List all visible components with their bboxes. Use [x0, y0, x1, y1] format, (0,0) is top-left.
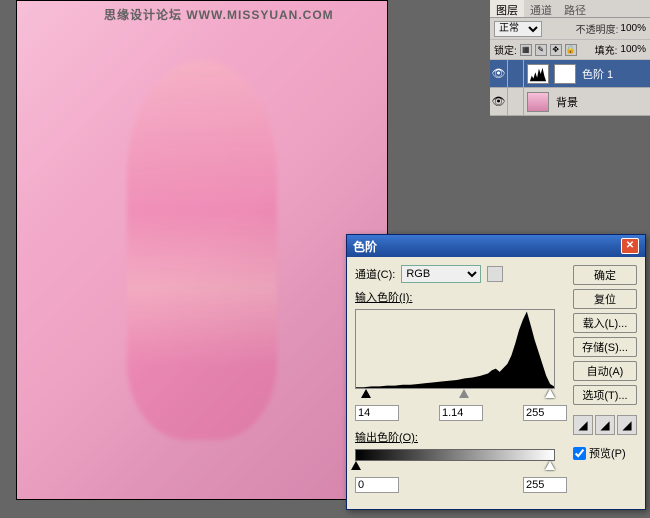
layers-panel: 图层 通道 路径 正常 不透明度: 100% 锁定: ▦ ✎ ✥ 🔒 填充: 1…	[490, 0, 650, 116]
lock-fill-row: 锁定: ▦ ✎ ✥ 🔒 填充: 100%	[490, 40, 650, 60]
auto-button[interactable]: 自动(A)	[573, 361, 637, 381]
output-shadow-handle[interactable]	[351, 461, 361, 470]
lock-position-icon[interactable]: ✥	[550, 44, 562, 56]
fill-label: 填充:	[595, 42, 618, 57]
canvas-area[interactable]	[16, 0, 388, 500]
gray-eyedropper-icon[interactable]: ◢	[595, 415, 615, 435]
shadow-slider-handle[interactable]	[361, 389, 371, 398]
highlight-slider-handle[interactable]	[545, 389, 555, 398]
save-button[interactable]: 存储(S)...	[573, 337, 637, 357]
tab-channels[interactable]: 通道	[524, 0, 558, 17]
output-gradient	[355, 449, 555, 461]
midtone-input[interactable]	[439, 405, 483, 421]
lock-pixels-icon[interactable]: ✎	[535, 44, 547, 56]
ok-button[interactable]: 确定	[573, 265, 637, 285]
channel-label: 通道(C):	[355, 266, 395, 282]
histogram	[355, 309, 555, 389]
dialog-title-text: 色阶	[353, 238, 377, 255]
lock-transparency-icon[interactable]: ▦	[520, 44, 532, 56]
channel-menu-icon[interactable]	[487, 266, 503, 282]
output-shadow-input[interactable]	[355, 477, 399, 493]
tab-paths[interactable]: 路径	[558, 0, 592, 17]
layer-name[interactable]: 背景	[552, 94, 578, 110]
output-slider-track[interactable]	[355, 461, 555, 473]
highlight-input[interactable]	[523, 405, 567, 421]
opacity-value[interactable]: 100%	[620, 23, 646, 34]
output-highlight-handle[interactable]	[545, 461, 555, 470]
output-highlight-input[interactable]	[523, 477, 567, 493]
layer-mask-thumb[interactable]	[554, 64, 576, 84]
visibility-toggle-icon[interactable]: 👁	[490, 88, 508, 116]
layer-name[interactable]: 色阶 1	[578, 66, 613, 82]
white-eyedropper-icon[interactable]: ◢	[617, 415, 637, 435]
lock-label: 锁定:	[494, 42, 517, 57]
input-slider-track[interactable]	[355, 389, 555, 401]
image-thumb[interactable]	[527, 92, 549, 112]
output-levels-label: 输出色阶(O):	[355, 429, 567, 445]
image-content	[127, 60, 277, 440]
shadow-input[interactable]	[355, 405, 399, 421]
lock-all-icon[interactable]: 🔒	[565, 44, 577, 56]
preview-checkbox-row[interactable]: 预览(P)	[573, 445, 637, 461]
tab-layers[interactable]: 图层	[490, 0, 524, 17]
layer-link-cell[interactable]	[508, 60, 524, 88]
close-icon[interactable]: ✕	[621, 238, 639, 254]
blend-opacity-row: 正常 不透明度: 100%	[490, 18, 650, 40]
visibility-toggle-icon[interactable]: 👁	[490, 60, 508, 88]
levels-dialog: 色阶 ✕ 通道(C): RGB 输入色阶(I):	[346, 234, 646, 510]
layer-link-cell[interactable]	[508, 88, 524, 116]
preview-label: 预览(P)	[589, 445, 626, 461]
layer-item-levels[interactable]: 👁 色阶 1	[490, 60, 650, 88]
options-button[interactable]: 选项(T)...	[573, 385, 637, 405]
black-eyedropper-icon[interactable]: ◢	[573, 415, 593, 435]
channel-select[interactable]: RGB	[401, 265, 481, 283]
layer-item-background[interactable]: 👁 背景	[490, 88, 650, 116]
fill-value[interactable]: 100%	[620, 44, 646, 55]
panel-tabs: 图层 通道 路径	[490, 0, 650, 18]
reset-button[interactable]: 复位	[573, 289, 637, 309]
input-levels-label: 输入色阶(I):	[355, 289, 567, 305]
dialog-titlebar[interactable]: 色阶 ✕	[347, 235, 645, 257]
watermark-text: 思缘设计论坛 WWW.MISSYUAN.COM	[104, 6, 334, 23]
load-button[interactable]: 载入(L)...	[573, 313, 637, 333]
opacity-label: 不透明度:	[576, 21, 619, 36]
blend-mode-select[interactable]: 正常	[494, 21, 542, 37]
midtone-slider-handle[interactable]	[459, 389, 469, 398]
preview-checkbox[interactable]	[573, 447, 586, 460]
adjustment-thumb-icon[interactable]	[527, 64, 549, 84]
